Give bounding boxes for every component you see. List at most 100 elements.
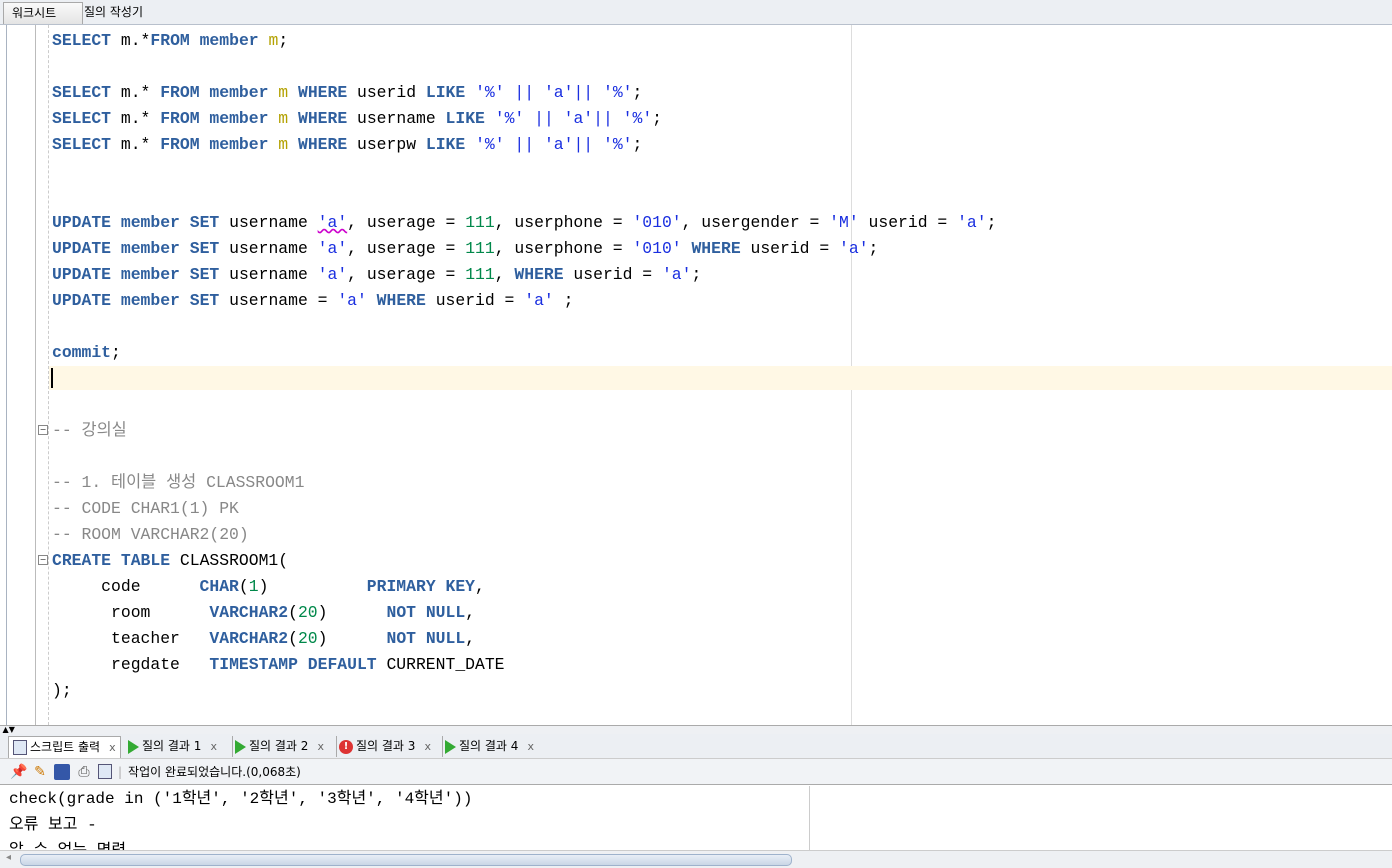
- code-token: CREATE: [52, 551, 112, 570]
- code-token: CHAR: [199, 577, 239, 596]
- eraser-icon[interactable]: ✎: [32, 764, 48, 780]
- script-output[interactable]: check(grade in ('1학년', '2학년', '3학년', '4학…: [0, 786, 810, 850]
- code-line: UPDATE member SET username = 'a' WHERE u…: [52, 288, 996, 314]
- code-token: 111: [465, 213, 495, 232]
- code-line: room VARCHAR2(20) NOT NULL,: [52, 600, 996, 626]
- pin-icon[interactable]: 📌: [10, 764, 27, 780]
- scroll-left-icon[interactable]: ◂: [6, 852, 11, 863]
- code-line: code CHAR(1) PRIMARY KEY,: [52, 574, 996, 600]
- code-line: -- 1. 테이블 생성 CLASSROOM1: [52, 470, 996, 496]
- save-icon[interactable]: [54, 763, 70, 780]
- code-token: userid =: [563, 265, 662, 284]
- tab-label: 질의 결과 4: [459, 739, 519, 753]
- tab-query-result-3[interactable]: ! 질의 결과 3 x: [336, 736, 431, 757]
- code-token: PRIMARY: [366, 577, 436, 596]
- tab-script-output[interactable]: 스크립트 출력 x: [8, 736, 121, 758]
- tab-query-result-4[interactable]: 질의 결과 4 x: [442, 736, 534, 757]
- tab-worksheet[interactable]: 워크시트: [3, 2, 83, 24]
- code-token: SELECT: [52, 83, 112, 102]
- code-token: (: [238, 577, 249, 596]
- close-tab-button[interactable]: x: [527, 736, 534, 757]
- code-token: , userage =: [347, 213, 466, 232]
- code-token: 'a': [543, 135, 574, 154]
- code-line: regdate TIMESTAMP DEFAULT CURRENT_DATE: [52, 652, 996, 678]
- code-token: ,: [494, 265, 515, 284]
- output-toolbar: 📌 ✎ ⎙ | 작업이 완료되었습니다.(0,068초): [0, 759, 1392, 785]
- code-token: username: [219, 265, 318, 284]
- code-token: WHERE: [297, 109, 348, 128]
- code-token: ;: [553, 291, 574, 310]
- code-token: username =: [219, 291, 338, 310]
- sql-editor[interactable]: − − SELECT m.*FROM member m; SELECT m.* …: [0, 25, 1392, 725]
- code-token: 'a': [661, 265, 692, 284]
- code-token: 1: [248, 577, 259, 596]
- tab-query-result-2[interactable]: 질의 결과 2 x: [232, 736, 324, 757]
- close-tab-button[interactable]: x: [210, 736, 217, 757]
- code-token: UPDATE: [52, 213, 112, 232]
- code-token: WHERE: [297, 135, 348, 154]
- tab-query-builder[interactable]: 질의 작성기: [76, 2, 151, 23]
- code-token: ;: [652, 109, 663, 128]
- code-token: 'M': [829, 213, 859, 232]
- close-tab-button[interactable]: x: [109, 737, 116, 758]
- code-token: 'a': [337, 291, 367, 310]
- code-token: , usergender =: [681, 213, 830, 232]
- code-token: -- 강의실: [52, 421, 127, 440]
- worksheet-tabs: 워크시트 질의 작성기: [0, 0, 1392, 25]
- code-token: 'a': [317, 213, 348, 232]
- code-token: FROM: [150, 31, 190, 50]
- code-line: SELECT m.* FROM member m WHERE userpw LI…: [52, 132, 996, 158]
- code-token: 'a': [839, 239, 869, 258]
- code-token: ;: [111, 343, 121, 362]
- fold-toggle-icon[interactable]: −: [38, 425, 48, 435]
- code-token: (: [288, 603, 298, 622]
- tab-query-result-1[interactable]: 질의 결과 1 x: [128, 736, 217, 757]
- code-token: WHERE: [691, 239, 741, 258]
- code-token: LIKE: [425, 135, 466, 154]
- code-token: VARCHAR2: [209, 629, 289, 648]
- output-line: 알 수 없는 명령: [0, 838, 809, 850]
- fold-toggle-icon[interactable]: −: [38, 555, 48, 565]
- code-token: ): [258, 577, 367, 596]
- code-token: '%': [602, 83, 633, 102]
- code-token: FROM: [160, 83, 200, 102]
- code-line: );: [52, 678, 996, 704]
- code-token: m: [278, 83, 289, 102]
- code-token: FROM: [160, 109, 200, 128]
- toolbar-separator: |: [118, 764, 123, 779]
- code-token: ;: [278, 31, 289, 50]
- code-token: SET: [189, 213, 220, 232]
- code-token: 111: [465, 239, 495, 258]
- output-file-icon[interactable]: [98, 764, 112, 779]
- code-token: commit: [52, 343, 112, 362]
- code-token: teacher: [52, 629, 210, 648]
- code-token: -- ROOM VARCHAR2(20): [52, 525, 249, 544]
- close-tab-button[interactable]: x: [317, 736, 324, 757]
- close-tab-button[interactable]: x: [424, 736, 431, 757]
- code-token: userid =: [740, 239, 840, 258]
- scrollbar-thumb[interactable]: [20, 854, 792, 866]
- code-token: FROM: [160, 135, 200, 154]
- tab-label: 질의 결과 3: [356, 739, 416, 753]
- code-line: UPDATE member SET username 'a', userage …: [52, 236, 996, 262]
- print-icon[interactable]: ⎙: [76, 764, 92, 780]
- code-lines: SELECT m.*FROM member m; SELECT m.* FROM…: [52, 28, 996, 704]
- code-token: TIMESTAMP: [209, 655, 298, 674]
- play-icon: [445, 739, 456, 754]
- code-token: '010': [632, 239, 682, 258]
- horizontal-scrollbar[interactable]: ◂: [0, 850, 1392, 868]
- result-tabs: 스크립트 출력 x 질의 결과 1 x 질의 결과 2 x ! 질의 결과 3 x 질의 …: [0, 734, 1392, 759]
